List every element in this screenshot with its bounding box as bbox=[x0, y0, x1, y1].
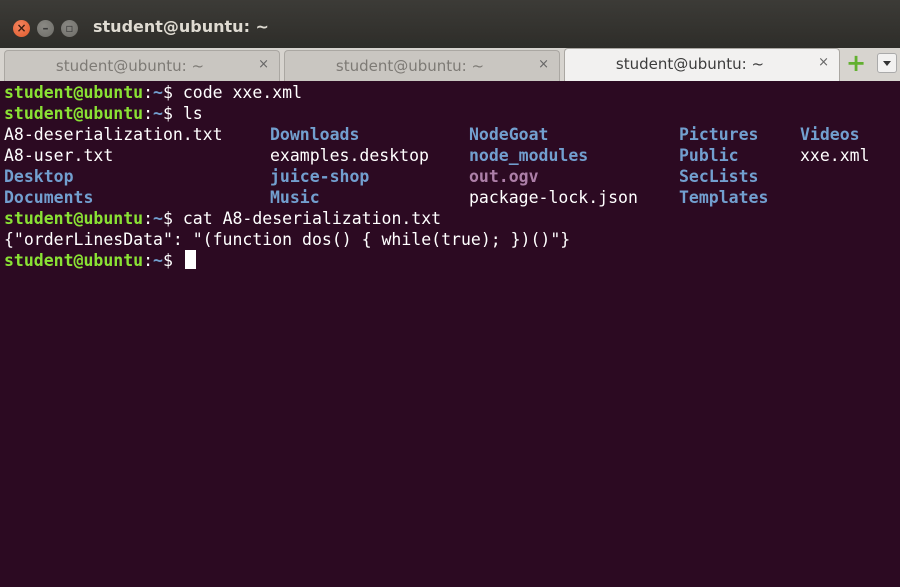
ls-file: xxe.xml bbox=[800, 146, 870, 165]
prompt-user: student@ubuntu bbox=[4, 104, 144, 123]
terminal-line: student@ubuntu:~$ cat A8-deserialization… bbox=[4, 208, 441, 229]
ls-media-file: out.ogv bbox=[469, 167, 539, 186]
ls-dir: Music bbox=[270, 188, 320, 207]
prompt-user: student@ubuntu bbox=[4, 209, 144, 228]
ls-dir: Templates bbox=[679, 188, 769, 207]
tab-close-icon[interactable]: × bbox=[258, 57, 269, 72]
terminal-line: student@ubuntu:~$ code xxe.xml bbox=[4, 82, 302, 103]
ls-dir: Desktop bbox=[4, 167, 74, 186]
tab-1[interactable]: student@ubuntu: ~ × bbox=[4, 50, 280, 81]
command-text: code xxe.xml bbox=[182, 83, 303, 102]
prompt-path: ~ bbox=[153, 251, 163, 270]
tab-2[interactable]: student@ubuntu: ~ × bbox=[284, 50, 560, 81]
prompt-sign: $ bbox=[162, 83, 183, 102]
prompt-sep: : bbox=[143, 209, 154, 228]
window-title: student@ubuntu: ~ bbox=[93, 17, 269, 36]
tab-label: student@ubuntu: ~ bbox=[615, 55, 765, 73]
ls-file: package-lock.json bbox=[469, 188, 638, 207]
terminal-line-current[interactable]: student@ubuntu:~$ bbox=[4, 250, 196, 271]
ls-file: A8-deserialization.txt bbox=[4, 125, 223, 144]
command-text: ls bbox=[182, 104, 203, 123]
prompt-path: ~ bbox=[153, 209, 163, 228]
prompt-sep: : bbox=[143, 83, 154, 102]
prompt-path: ~ bbox=[153, 83, 163, 102]
command-text: cat A8-deserialization.txt bbox=[182, 209, 442, 228]
ls-dir: Downloads bbox=[270, 125, 360, 144]
ls-dir: Videos bbox=[800, 125, 860, 144]
close-window-icon[interactable]: × bbox=[13, 20, 30, 37]
minimize-window-icon[interactable]: – bbox=[37, 20, 54, 37]
prompt-sign: $ bbox=[162, 104, 183, 123]
ls-dir: juice-shop bbox=[270, 167, 370, 186]
ls-dir: Pictures bbox=[679, 125, 759, 144]
tabs-menu-chevron-down-icon[interactable] bbox=[877, 53, 897, 73]
prompt-sep: : bbox=[143, 251, 154, 270]
ls-dir: SecLists bbox=[679, 167, 759, 186]
tab-label: student@ubuntu: ~ bbox=[335, 57, 485, 75]
ls-file: A8-user.txt bbox=[4, 146, 114, 165]
maximize-window-icon[interactable]: ▫ bbox=[61, 20, 78, 37]
prompt-user: student@ubuntu bbox=[4, 83, 144, 102]
ls-dir: NodeGoat bbox=[469, 125, 549, 144]
terminal-line: student@ubuntu:~$ ls bbox=[4, 103, 203, 124]
ls-file: examples.desktop bbox=[270, 146, 429, 165]
prompt-path: ~ bbox=[153, 104, 163, 123]
terminal-area[interactable]: student@ubuntu:~$ code xxe.xml student@u… bbox=[0, 81, 900, 587]
new-tab-plus-icon[interactable]: + bbox=[846, 51, 866, 75]
command-output: {"orderLinesData": "(function dos() { wh… bbox=[4, 230, 571, 249]
prompt-user: student@ubuntu bbox=[4, 251, 144, 270]
tab-close-icon[interactable]: × bbox=[538, 57, 549, 72]
title-bar: × – ▫ student@ubuntu: ~ bbox=[0, 0, 900, 48]
tab-3-active[interactable]: student@ubuntu: ~ × bbox=[564, 48, 840, 81]
tab-close-icon[interactable]: × bbox=[818, 55, 829, 70]
prompt-sep: : bbox=[143, 104, 154, 123]
tab-label: student@ubuntu: ~ bbox=[55, 57, 205, 75]
tab-bar: student@ubuntu: ~ × student@ubuntu: ~ × … bbox=[0, 48, 900, 81]
text-cursor bbox=[184, 250, 196, 269]
ls-dir: Public bbox=[679, 146, 739, 165]
prompt-sign: $ bbox=[162, 209, 183, 228]
prompt-sign: $ bbox=[162, 251, 183, 270]
ls-dir: Documents bbox=[4, 188, 94, 207]
ls-dir: node_modules bbox=[469, 146, 589, 165]
